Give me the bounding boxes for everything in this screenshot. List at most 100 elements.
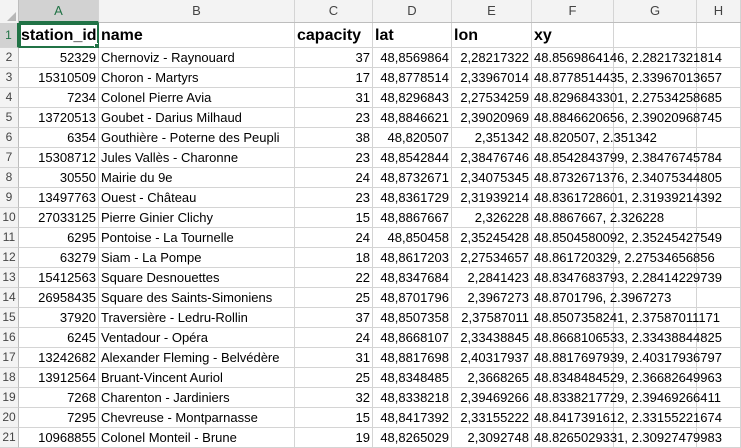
cell-capacity[interactable]: 25 [295,368,373,388]
cell-station-id[interactable]: 15412563 [19,268,99,288]
cell-capacity[interactable]: 38 [295,128,373,148]
cell-lat[interactable]: 48,8417392 [373,408,452,428]
cell-xy[interactable]: 48.8417391612, 2.33155221674 [532,408,722,428]
row-header[interactable]: 3 [0,68,19,88]
empty-cell[interactable] [697,208,741,228]
cell-xy[interactable]: 48.8361728601, 2.31939214392 [532,188,722,208]
cell-xy[interactable]: 48.8846620656, 2.39020968745 [532,108,722,128]
cell-lon[interactable]: 2,28217322 [452,48,532,68]
cell-name[interactable]: Gouthière - Poterne des Peupli [99,128,295,148]
cell-capacity[interactable]: 32 [295,388,373,408]
header-cell-lon[interactable]: lon [452,23,532,48]
cell-capacity[interactable]: 31 [295,88,373,108]
cell-station-id[interactable]: 13912564 [19,368,99,388]
row-header[interactable]: 8 [0,168,19,188]
cell-lon[interactable]: 2,33155222 [452,408,532,428]
cell-lat[interactable]: 48,850458 [373,228,452,248]
cell-name[interactable]: Mairie du 9e [99,168,295,188]
cell-capacity[interactable]: 15 [295,408,373,428]
cell-station-id[interactable]: 26958435 [19,288,99,308]
row-header[interactable]: 15 [0,308,19,328]
cell-capacity[interactable]: 24 [295,168,373,188]
row-header[interactable]: 19 [0,388,19,408]
cell-name[interactable]: Chevreuse - Montparnasse [99,408,295,428]
cell-lat[interactable]: 48,8778514 [373,68,452,88]
cell-station-id[interactable]: 63279 [19,248,99,268]
cell-capacity[interactable]: 37 [295,48,373,68]
cell-lat[interactable]: 48,8507358 [373,308,452,328]
cell-capacity[interactable]: 15 [295,208,373,228]
cell-station-id[interactable]: 6295 [19,228,99,248]
row-header[interactable]: 4 [0,88,19,108]
cell-station-id[interactable]: 7234 [19,88,99,108]
header-cell-xy[interactable]: xy [532,23,614,48]
column-header-b[interactable]: B [99,0,295,22]
cell-xy[interactable]: 48.8867667, 2.326228 [532,208,664,228]
column-header-c[interactable]: C [295,0,373,22]
cell-lat[interactable]: 48,8668107 [373,328,452,348]
cell-station-id[interactable]: 15308712 [19,148,99,168]
cell-station-id[interactable]: 13720513 [19,108,99,128]
cell-lat[interactable]: 48,8569864 [373,48,452,68]
cell-name[interactable]: Siam - La Pompe [99,248,295,268]
column-header-f[interactable]: F [532,0,614,22]
cell-station-id[interactable]: 6354 [19,128,99,148]
cell-xy[interactable]: 48.820507, 2.351342 [532,128,657,148]
cell-lon[interactable]: 2,34075345 [452,168,532,188]
cell-lon[interactable]: 2,38476746 [452,148,532,168]
cell-station-id[interactable]: 10968855 [19,428,99,448]
cell-capacity[interactable]: 22 [295,268,373,288]
row-header[interactable]: 1 [0,23,19,48]
column-header-h[interactable]: H [697,0,741,22]
cell-name[interactable]: Colonel Pierre Avia [99,88,295,108]
cell-name[interactable]: Pierre Ginier Clichy [99,208,295,228]
header-cell-name[interactable]: name [99,23,295,48]
row-header[interactable]: 7 [0,148,19,168]
cell-xy[interactable]: 48.8668106533, 2.33438844825 [532,328,722,348]
cell-xy[interactable]: 48.8701796, 2.3967273 [532,288,671,308]
row-header[interactable]: 20 [0,408,19,428]
row-header[interactable]: 10 [0,208,19,228]
cell-lat[interactable]: 48,8347684 [373,268,452,288]
cell-name[interactable]: Ouest - Château [99,188,295,208]
cell-name[interactable]: Charenton - Jardiniers [99,388,295,408]
cell-lon[interactable]: 2,39020969 [452,108,532,128]
cell-name[interactable]: Jules Vallès - Charonne [99,148,295,168]
cell-capacity[interactable]: 23 [295,148,373,168]
cell-lon[interactable]: 2,31939214 [452,188,532,208]
cell-xy[interactable]: 48.8732671376, 2.34075344805 [532,168,722,188]
cell-xy[interactable]: 48.8296843301, 2.27534258685 [532,88,722,108]
cell-name[interactable]: Alexander Fleming - Belvédère [99,348,295,368]
cell-capacity[interactable]: 24 [295,328,373,348]
cell-lat[interactable]: 48,8338218 [373,388,452,408]
cell-xy[interactable]: 48.8338217729, 2.39469266411 [532,388,721,408]
column-header-g[interactable]: G [614,0,697,22]
cell-capacity[interactable]: 18 [295,248,373,268]
cell-lon[interactable]: 2,35245428 [452,228,532,248]
cell-station-id[interactable]: 13242682 [19,348,99,368]
cell-capacity[interactable]: 23 [295,188,373,208]
cell-lon[interactable]: 2,40317937 [452,348,532,368]
cell-xy[interactable]: 48.861720329, 2.27534656856 [532,248,715,268]
header-cell-capacity[interactable]: capacity [295,23,373,48]
header-cell-lat[interactable]: lat [373,23,452,48]
header-cell-station-id[interactable]: station_id [19,23,99,48]
cell-name[interactable]: Colonel Monteil - Brune [99,428,295,448]
cell-lon[interactable]: 2,27534657 [452,248,532,268]
cell-capacity[interactable]: 31 [295,348,373,368]
column-header-a[interactable]: A [19,0,99,23]
cell-name[interactable]: Goubet - Darius Milhaud [99,108,295,128]
cell-xy[interactable]: 48.8817697939, 2.40317936797 [532,348,722,368]
cell-xy[interactable]: 48.8569864146, 2.28217321814 [532,48,722,68]
cell-lon[interactable]: 2,3967273 [452,288,532,308]
cell-lat[interactable]: 48,8617203 [373,248,452,268]
cell-station-id[interactable]: 37920 [19,308,99,328]
cell-lat[interactable]: 48,8867667 [373,208,452,228]
row-header[interactable]: 21 [0,428,19,448]
empty-cell[interactable] [697,23,741,48]
cell-lon[interactable]: 2,2841423 [452,268,532,288]
cell-station-id[interactable]: 27033125 [19,208,99,228]
cell-xy[interactable]: 48.8265029331, 2.30927479983 [532,428,722,448]
row-header[interactable]: 12 [0,248,19,268]
row-header[interactable]: 16 [0,328,19,348]
